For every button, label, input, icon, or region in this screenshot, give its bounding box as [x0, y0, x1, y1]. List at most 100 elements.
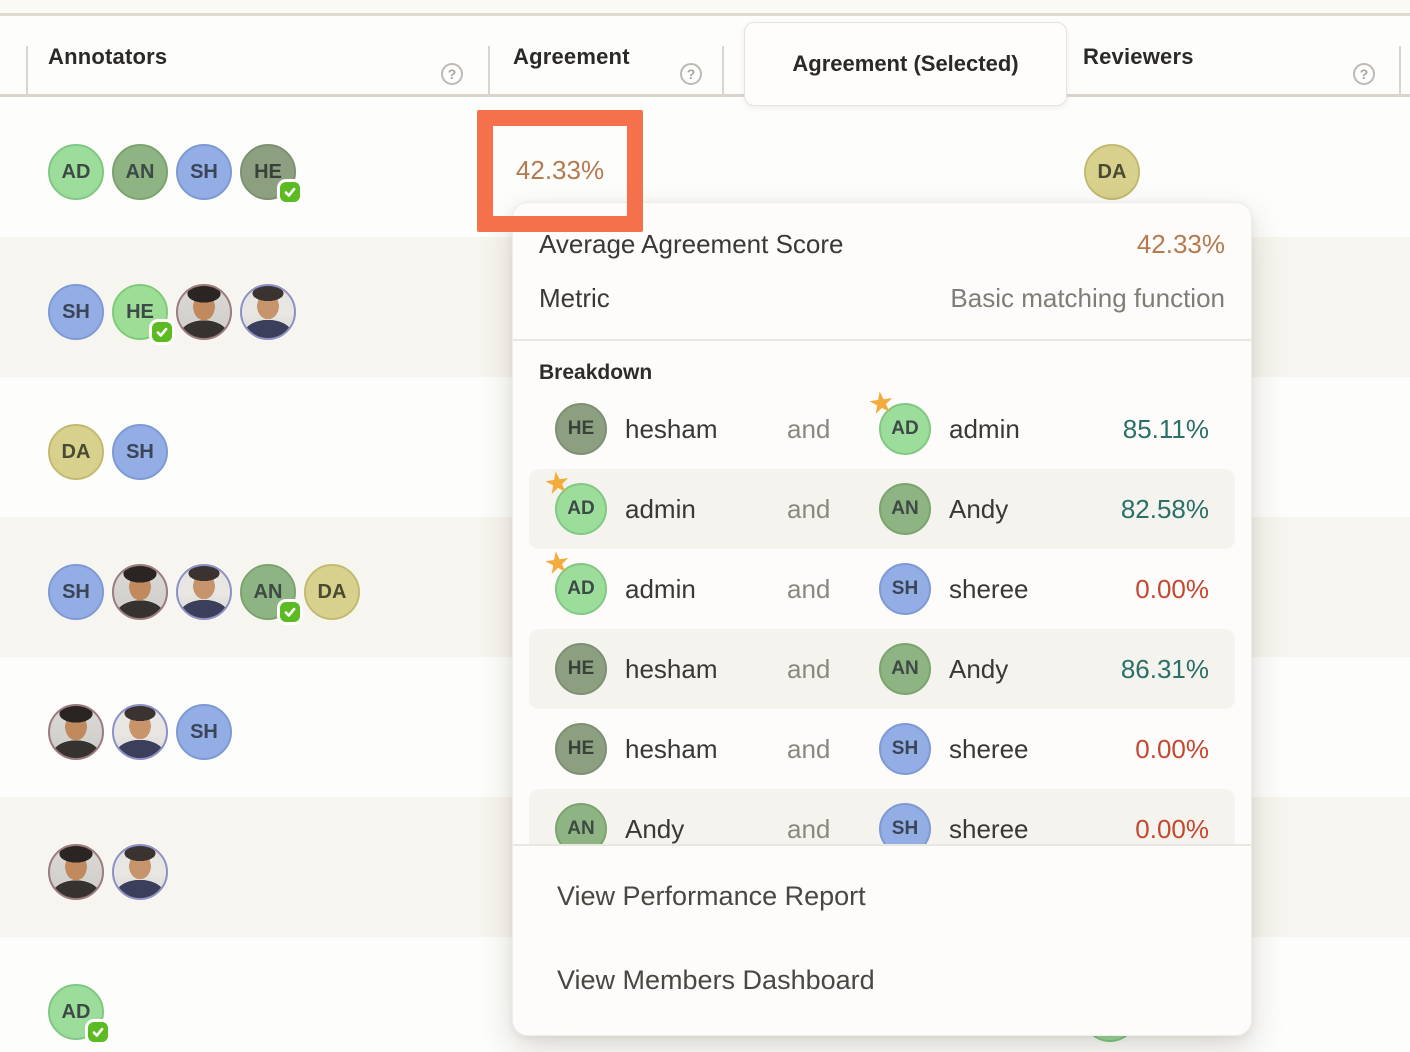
pair-agreement-value: 85.11% — [1123, 414, 1209, 445]
highlight-annotation-box — [477, 110, 643, 232]
view-performance-report-link[interactable]: View Performance Report — [557, 881, 866, 912]
agreement-help-icon[interactable]: ? — [680, 63, 702, 85]
avatar[interactable]: HE — [112, 284, 168, 340]
top-strip — [0, 0, 1410, 13]
star-icon: ★ — [542, 547, 573, 580]
avatar-initials: HE — [254, 161, 282, 184]
breakdown-row: HE hesham and AD★ admin 85.11% — [529, 389, 1235, 469]
avatar: SH — [879, 803, 931, 844]
avatar: SH — [879, 563, 931, 615]
member-name: admin — [949, 414, 1020, 445]
avatar[interactable] — [112, 704, 168, 760]
metric-value: Basic matching function — [950, 283, 1225, 314]
verified-check-icon — [149, 319, 175, 345]
avatar-initials: DA — [1098, 161, 1127, 184]
avatar[interactable] — [176, 284, 232, 340]
avatar-initials: HE — [126, 301, 154, 324]
member-name: hesham — [625, 734, 787, 765]
avatar[interactable] — [48, 844, 104, 900]
verified-check-icon — [277, 599, 303, 625]
avatar[interactable] — [48, 704, 104, 760]
avatar-initials: AN — [891, 658, 918, 680]
avatar[interactable]: AN — [240, 564, 296, 620]
avatar[interactable]: AD — [48, 984, 104, 1040]
avatar[interactable]: AD — [48, 144, 104, 200]
avatar[interactable]: SH — [176, 704, 232, 760]
pair-agreement-value: 82.58% — [1121, 494, 1209, 525]
annotators-help-icon[interactable]: ? — [441, 63, 463, 85]
avatar[interactable]: DA — [304, 564, 360, 620]
conjunction-text: and — [787, 574, 879, 605]
avatar-initials: AD — [891, 418, 918, 440]
conjunction-text: and — [787, 414, 879, 445]
column-reviewers: Reviewers — [1083, 16, 1194, 97]
breakdown-row: HE hesham and AN Andy 86.31% — [529, 629, 1235, 709]
avatar: AN — [879, 643, 931, 695]
avatar-initials: SH — [892, 578, 918, 600]
avatar-initials: AN — [126, 161, 155, 184]
avatar[interactable] — [112, 844, 168, 900]
popup-divider — [513, 339, 1251, 341]
avatar: AN — [879, 483, 931, 535]
reviewer-avatar[interactable]: DA — [1084, 144, 1140, 200]
average-agreement-value: 42.33% — [1137, 229, 1225, 260]
metric-label: Metric — [539, 283, 610, 314]
avatar-initials: HE — [568, 418, 594, 440]
avatar-initials: AN — [891, 498, 918, 520]
pair-agreement-value: 0.00% — [1135, 814, 1209, 845]
breakdown-row: AD★ admin and AN Andy 82.58% — [529, 469, 1235, 549]
avatar: AN — [555, 803, 607, 844]
star-icon: ★ — [542, 467, 573, 500]
avatar: AD★ — [555, 483, 607, 535]
table-header: Annotators ? Agreement ? Reviewers ? — [0, 16, 1410, 97]
avatar[interactable] — [240, 284, 296, 340]
avatar[interactable] — [176, 564, 232, 620]
avatar[interactable]: SH — [176, 144, 232, 200]
header-agreement-selected-chip[interactable]: Agreement (Selected) — [744, 22, 1067, 106]
breakdown-row: AD★ admin and SH sheree 0.00% — [529, 549, 1235, 629]
column-agreement: Agreement — [513, 16, 630, 97]
conjunction-text: and — [787, 734, 879, 765]
avatar-initials: SH — [62, 581, 90, 604]
avatar-initials: SH — [190, 721, 218, 744]
verified-check-icon — [277, 179, 303, 205]
avatar: AD★ — [879, 403, 931, 455]
avatar[interactable]: AN — [112, 144, 168, 200]
avatar-initials: SH — [126, 441, 154, 464]
avatar[interactable]: HE — [240, 144, 296, 200]
breakdown-title: Breakdown — [539, 361, 652, 385]
avatar[interactable]: SH — [48, 564, 104, 620]
avatar-initials: AD — [567, 498, 594, 520]
breakdown-row: HE hesham and SH sheree 0.00% — [529, 709, 1235, 789]
reviewers-help-icon[interactable]: ? — [1353, 63, 1375, 85]
verified-check-icon — [85, 1019, 111, 1045]
header-divider — [488, 46, 490, 99]
annotator-avatars-row2: SH HE — [48, 284, 304, 340]
avatar-initials: AD — [567, 578, 594, 600]
avatar-initials: SH — [62, 301, 90, 324]
avatar-initials: SH — [892, 818, 918, 840]
avatar[interactable] — [112, 564, 168, 620]
view-members-dashboard-link[interactable]: View Members Dashboard — [557, 965, 875, 996]
header-divider — [26, 46, 28, 99]
avatar-initials: HE — [568, 738, 594, 760]
avatar[interactable]: DA — [48, 424, 104, 480]
avatar-initials: AD — [62, 1001, 91, 1024]
column-annotators: Annotators — [48, 16, 167, 97]
conjunction-text: and — [787, 814, 879, 845]
member-name: admin — [625, 494, 787, 525]
member-name: Andy — [949, 654, 1008, 685]
pair-agreement-value: 86.31% — [1121, 654, 1209, 685]
breakdown-row: AN Andy and SH sheree 0.00% — [529, 789, 1235, 844]
member-name: hesham — [625, 414, 787, 445]
avatar[interactable]: SH — [48, 284, 104, 340]
header-divider — [1399, 46, 1401, 99]
annotation-table-screen: Annotators ? Agreement ? Reviewers ? Agr… — [0, 0, 1410, 1052]
avatar: HE — [555, 723, 607, 775]
average-agreement-label: Average Agreement Score — [539, 229, 843, 260]
member-name: sheree — [949, 574, 1029, 605]
avatar-initials: SH — [892, 738, 918, 760]
avatar[interactable]: SH — [112, 424, 168, 480]
conjunction-text: and — [787, 494, 879, 525]
member-name: Andy — [949, 494, 1008, 525]
